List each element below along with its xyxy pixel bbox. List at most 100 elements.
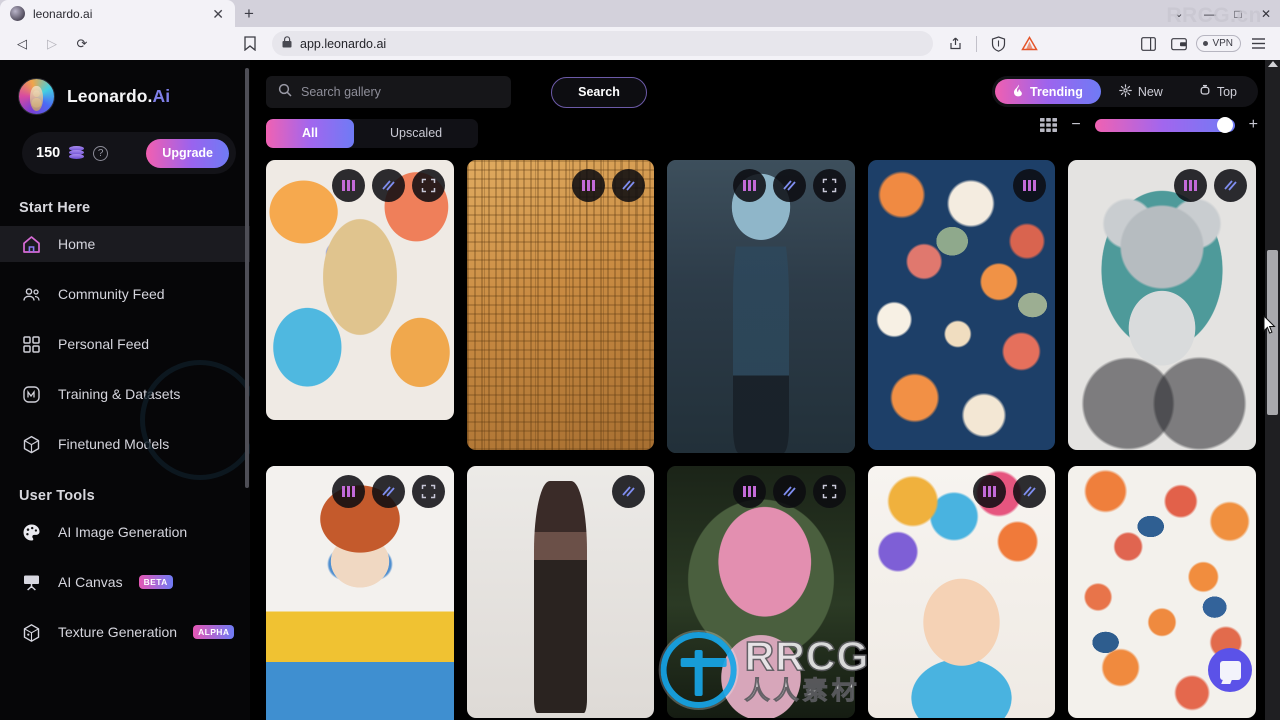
remix-icon[interactable] bbox=[732, 169, 766, 202]
home-icon bbox=[21, 234, 42, 255]
card-action-buttons bbox=[732, 475, 846, 508]
variation-icon[interactable] bbox=[371, 475, 405, 508]
card-action-buttons bbox=[572, 169, 646, 202]
close-window-button[interactable]: ✕ bbox=[1252, 0, 1280, 27]
brave-shield-icon[interactable] bbox=[984, 31, 1012, 57]
card-action-buttons bbox=[1013, 169, 1047, 202]
expand-icon[interactable] bbox=[411, 169, 445, 202]
wallet-icon[interactable] bbox=[1165, 31, 1193, 57]
sidebar-item-community-feed[interactable]: Community Feed bbox=[0, 276, 250, 312]
remix-icon[interactable] bbox=[1174, 169, 1207, 202]
browser-tab[interactable]: leonardo.ai ✕ bbox=[0, 0, 235, 27]
leo-ai-icon[interactable] bbox=[1015, 31, 1043, 57]
easel-icon bbox=[21, 572, 42, 593]
variation-icon[interactable] bbox=[772, 169, 806, 202]
tab-trending[interactable]: Trending bbox=[995, 79, 1101, 104]
share-icon[interactable] bbox=[941, 31, 969, 57]
variation-icon[interactable] bbox=[1013, 475, 1047, 508]
sidebar-panel-icon[interactable] bbox=[1134, 31, 1162, 57]
window-controls: ⌄ — □ ✕ bbox=[1162, 0, 1280, 27]
gallery-card-blue-haired-warrior-character-sheet[interactable] bbox=[667, 160, 855, 453]
page-viewport: Leonardo.Ai 150 ? Upgrade Start Here Hom… bbox=[0, 60, 1280, 720]
sidebar-item-label: AI Image Generation bbox=[58, 524, 188, 540]
sidebar-item-ai-image-generation[interactable]: AI Image Generation bbox=[0, 514, 250, 550]
gallery-card-pink-haired-fantasy-woman[interactable] bbox=[667, 466, 855, 718]
grid-density-icon[interactable] bbox=[1040, 118, 1058, 132]
hamburger-menu-icon[interactable] bbox=[1244, 31, 1272, 57]
remix-icon[interactable] bbox=[572, 169, 606, 202]
sidebar-item-ai-canvas[interactable]: AI Canvas BETA bbox=[0, 564, 250, 600]
sidebar-item-training-datasets[interactable]: Training & Datasets bbox=[0, 376, 250, 412]
expand-icon[interactable] bbox=[812, 475, 846, 508]
sidebar-section-title-user-tools: User Tools bbox=[19, 488, 95, 504]
variation-icon[interactable] bbox=[612, 475, 646, 508]
coin-stack-icon bbox=[69, 145, 85, 161]
search-button[interactable]: Search bbox=[551, 76, 647, 108]
help-circle-icon[interactable]: ? bbox=[93, 145, 109, 161]
search-input[interactable] bbox=[301, 85, 499, 99]
gallery-card-colorful-hair-portrait-bubbles[interactable] bbox=[867, 466, 1056, 718]
browser-window: leonardo.ai ✕ + ⌄ — □ ✕ ◁ ▷ ⟳ app.leonar… bbox=[0, 0, 1280, 720]
expand-icon[interactable] bbox=[812, 169, 846, 202]
zoom-slider-thumb[interactable] bbox=[1216, 117, 1233, 133]
zoom-slider[interactable] bbox=[1094, 117, 1235, 133]
remix-icon[interactable] bbox=[973, 475, 1007, 508]
remix-icon[interactable] bbox=[1013, 169, 1047, 202]
sidebar-item-texture-generation[interactable]: Texture Generation ALPHA bbox=[0, 614, 250, 650]
vpn-status-dot bbox=[1203, 41, 1209, 46]
tab-new[interactable]: New bbox=[1101, 79, 1181, 104]
gallery-card-girl-with-blue-glasses-colorful[interactable] bbox=[266, 466, 454, 720]
maximize-button[interactable]: □ bbox=[1224, 0, 1252, 27]
bookmark-icon[interactable] bbox=[236, 31, 264, 57]
gallery-card-koala-riding-bicycle[interactable] bbox=[1068, 160, 1256, 450]
search-field-wrapper[interactable] bbox=[266, 76, 511, 108]
card-action-buttons bbox=[973, 475, 1047, 508]
page-scrollbar[interactable] bbox=[1265, 60, 1280, 720]
variation-icon[interactable] bbox=[772, 475, 806, 508]
chevron-down-icon[interactable]: ⌄ bbox=[1162, 0, 1196, 27]
address-bar[interactable]: app.leonardo.ai bbox=[272, 31, 934, 56]
close-tab-icon[interactable]: ✕ bbox=[209, 7, 227, 21]
card-artwork-figure bbox=[732, 195, 790, 453]
sidebar-item-label: Home bbox=[58, 236, 96, 252]
variation-icon[interactable] bbox=[1214, 169, 1247, 202]
filter-upscaled[interactable]: Upscaled bbox=[354, 119, 478, 148]
reload-icon[interactable]: ⟳ bbox=[68, 31, 96, 57]
trophy-icon bbox=[1199, 84, 1211, 100]
sidebar-item-personal-feed[interactable]: Personal Feed bbox=[0, 326, 250, 362]
brand-logo-block[interactable]: Leonardo.Ai bbox=[0, 60, 250, 115]
lock-icon bbox=[282, 35, 292, 53]
variation-icon[interactable] bbox=[371, 169, 405, 202]
scroll-up-arrow-icon[interactable] bbox=[1267, 61, 1278, 67]
mouse-cursor bbox=[1263, 314, 1276, 339]
tab-top[interactable]: Top bbox=[1181, 79, 1255, 104]
gallery-card-dark-haired-warrior-concept-sheet[interactable] bbox=[466, 466, 655, 718]
remix-icon[interactable] bbox=[331, 475, 365, 508]
gallery-card-orange-floral-pattern-navy[interactable] bbox=[867, 160, 1056, 450]
sidebar-item-label: AI Canvas bbox=[58, 574, 123, 590]
vpn-label: VPN bbox=[1212, 38, 1233, 49]
vpn-status-button[interactable]: VPN bbox=[1196, 35, 1241, 52]
gallery-card-watercolor-lion-sunglasses[interactable] bbox=[266, 160, 454, 420]
zoom-out-button[interactable]: − bbox=[1071, 117, 1080, 133]
gallery-card-egyptian-hieroglyphs-papyrus[interactable] bbox=[466, 160, 655, 450]
remix-icon[interactable] bbox=[331, 169, 365, 202]
expand-icon[interactable] bbox=[411, 475, 445, 508]
sidebar-scrollbar[interactable] bbox=[245, 68, 249, 488]
new-tab-button[interactable]: + bbox=[235, 0, 263, 27]
zoom-in-button[interactable]: + bbox=[1249, 117, 1258, 133]
upgrade-button[interactable]: Upgrade bbox=[146, 138, 229, 168]
back-icon[interactable]: ◁ bbox=[8, 31, 36, 57]
sidebar-item-home[interactable]: Home bbox=[0, 226, 250, 262]
minimize-button[interactable]: — bbox=[1196, 0, 1224, 27]
cube-icon bbox=[21, 434, 42, 455]
chat-widget-button[interactable] bbox=[1208, 648, 1252, 692]
variation-icon[interactable] bbox=[612, 169, 646, 202]
flame-icon bbox=[1013, 84, 1024, 100]
url-text: app.leonardo.ai bbox=[300, 36, 387, 51]
forward-icon[interactable]: ▷ bbox=[38, 31, 66, 57]
remix-icon[interactable] bbox=[732, 475, 766, 508]
card-artwork bbox=[466, 160, 655, 450]
filter-all[interactable]: All bbox=[266, 118, 354, 148]
sidebar-item-finetuned-models[interactable]: Finetuned Models bbox=[0, 426, 250, 462]
